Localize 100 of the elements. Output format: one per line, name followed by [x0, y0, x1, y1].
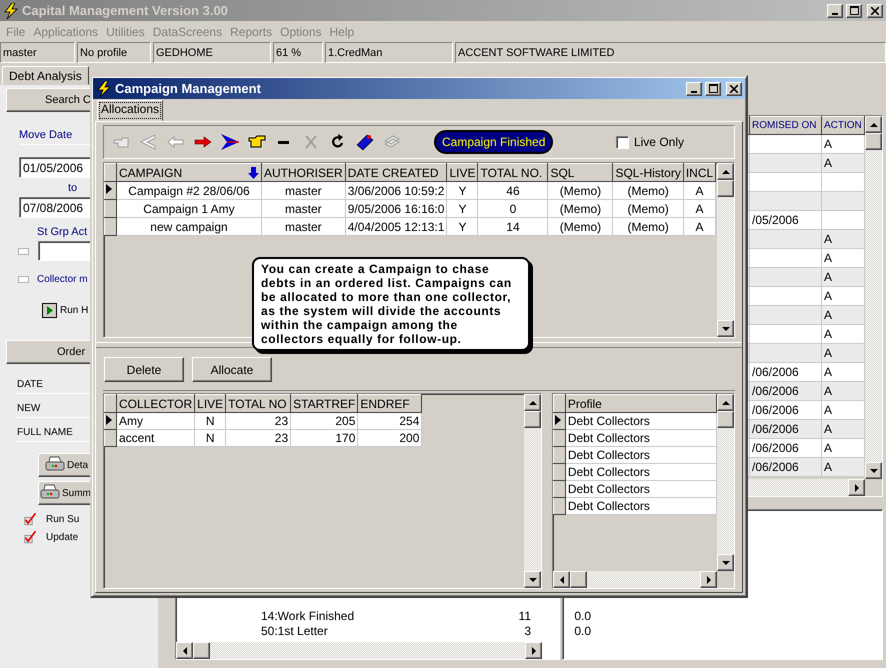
scroll-left-button[interactable]	[553, 571, 570, 588]
column-header[interactable]: ACTION	[822, 116, 864, 134]
table-cell: 200	[358, 430, 422, 446]
scroll-up-button[interactable]	[717, 163, 734, 180]
scroll-left-button[interactable]	[176, 642, 193, 659]
table-cell: A	[683, 182, 716, 200]
column-header[interactable]: STARTREF	[290, 394, 358, 412]
column-header[interactable]: SQL	[548, 164, 613, 182]
status-cell: No profile	[77, 42, 151, 63]
scroll-thumb[interactable]	[717, 180, 734, 197]
row-indicator[interactable]	[104, 430, 116, 446]
table-cell: master	[262, 182, 346, 200]
column-header[interactable]: Profile	[565, 394, 716, 412]
checkbox[interactable]	[18, 276, 29, 283]
table-cell-text: 14:Work Finished	[261, 608, 356, 622]
scroll-down-button[interactable]	[865, 462, 882, 479]
column-header[interactable]: INCL	[683, 164, 716, 182]
scroll-right-button[interactable]	[848, 479, 865, 496]
field-label: St Grp Act	[37, 226, 88, 238]
table-cell: /05/2006	[750, 210, 822, 230]
table-cell: Debt Collectors	[565, 480, 716, 498]
table-cell: A	[822, 438, 864, 458]
row-indicator[interactable]	[554, 430, 566, 446]
checkbox-label: Live Only	[634, 135, 684, 149]
checkbox-label: Run Su	[46, 514, 80, 524]
table-cell: (Memo)	[612, 182, 684, 200]
tag-icon[interactable]	[355, 133, 375, 151]
status-cell: ACCENT SOFTWARE LIMITED	[455, 42, 886, 63]
checkbox[interactable]	[18, 248, 29, 254]
row-indicator[interactable]	[554, 480, 566, 498]
row-indicator[interactable]	[554, 464, 566, 480]
scroll-down-button[interactable]	[717, 554, 734, 571]
scroll-thumb[interactable]	[193, 642, 210, 659]
maximize-button[interactable]	[705, 82, 721, 96]
row-indicator[interactable]	[554, 446, 566, 464]
table-cell: new campaign	[116, 218, 262, 236]
column-header[interactable]: TOTAL NO.	[478, 164, 548, 182]
vertical-scrollbar[interactable]	[717, 394, 734, 571]
vertical-scrollbar[interactable]	[717, 163, 734, 337]
table-cell: Debt Collectors	[565, 430, 716, 446]
horizontal-scrollbar[interactable]	[553, 571, 717, 588]
status-cell: master	[0, 42, 75, 63]
column-header[interactable]: TOTAL NO	[226, 394, 291, 412]
scroll-right-button[interactable]	[700, 571, 717, 588]
scroll-thumb[interactable]	[717, 411, 734, 428]
close-button[interactable]	[867, 4, 883, 18]
scroll-up-button[interactable]	[524, 394, 541, 411]
table-cell: /06/2006	[750, 362, 822, 382]
tab[interactable]: Debt Analysis	[2, 66, 89, 85]
vertical-scrollbar[interactable]	[524, 394, 541, 588]
table-cell: 0	[478, 200, 548, 218]
column-header[interactable]: AUTHORISER	[262, 164, 346, 182]
scroll-right-button[interactable]	[525, 642, 542, 659]
run-button[interactable]: Run H	[42, 303, 88, 318]
table-cell: 23	[226, 412, 291, 430]
table-cell: Campaign 1 Amy	[116, 200, 262, 218]
tab[interactable]: Allocations	[97, 100, 164, 121]
column-header[interactable]: COLLECTOR	[116, 394, 195, 412]
table-cell: A	[822, 458, 864, 476]
scroll-down-button[interactable]	[717, 320, 734, 337]
scroll-thumb[interactable]	[524, 411, 541, 428]
column-header[interactable]: SQL-History	[612, 164, 684, 182]
column-header[interactable]: ROMISED ON	[750, 116, 822, 134]
column-header[interactable]: ENDREF	[358, 394, 422, 412]
row-indicator[interactable]	[104, 412, 116, 430]
scroll-down-button[interactable]	[524, 571, 541, 588]
current-row-icon	[105, 414, 113, 424]
table-cell: A	[822, 400, 864, 420]
scroll-up-button[interactable]	[865, 116, 882, 133]
row-indicator[interactable]	[104, 200, 116, 218]
column-header[interactable]: LIVE	[446, 164, 478, 182]
table-cell: /06/2006	[750, 438, 822, 458]
minimize-icon	[832, 12, 838, 14]
row-indicator[interactable]	[554, 412, 566, 430]
column-header[interactable]: CAMPAIGN	[116, 164, 262, 182]
scroll-thumb[interactable]	[865, 133, 882, 150]
column-header[interactable]: LIVE	[194, 394, 226, 412]
column-header[interactable]: DATE CREATED	[345, 164, 447, 182]
row-indicator[interactable]	[554, 498, 566, 514]
horizontal-scrollbar[interactable]	[176, 642, 542, 659]
close-icon	[871, 6, 879, 14]
table-cell: Debt Collectors	[565, 464, 716, 480]
close-icon	[730, 84, 738, 92]
vertical-scrollbar[interactable]	[865, 116, 882, 479]
maximize-button[interactable]	[846, 4, 862, 18]
action-button[interactable]: Allocate	[192, 357, 272, 382]
table-cell: Campaign #2 28/06/06	[116, 182, 262, 200]
row-indicator[interactable]	[104, 218, 116, 236]
close-button[interactable]	[726, 82, 742, 96]
table-cell: Debt Collectors	[565, 446, 716, 464]
scroll-up-button[interactable]	[717, 394, 734, 411]
minimize-button[interactable]	[827, 4, 843, 18]
action-button[interactable]: Delete	[104, 357, 184, 382]
minimize-button[interactable]	[686, 82, 702, 96]
table-cell: Y	[446, 182, 478, 200]
checkbox[interactable]	[616, 136, 629, 148]
table-cell-text: 11	[518, 608, 531, 622]
arrow-right-icon[interactable]	[220, 133, 240, 151]
scroll-thumb[interactable]	[570, 571, 587, 588]
row-indicator[interactable]	[104, 182, 116, 200]
